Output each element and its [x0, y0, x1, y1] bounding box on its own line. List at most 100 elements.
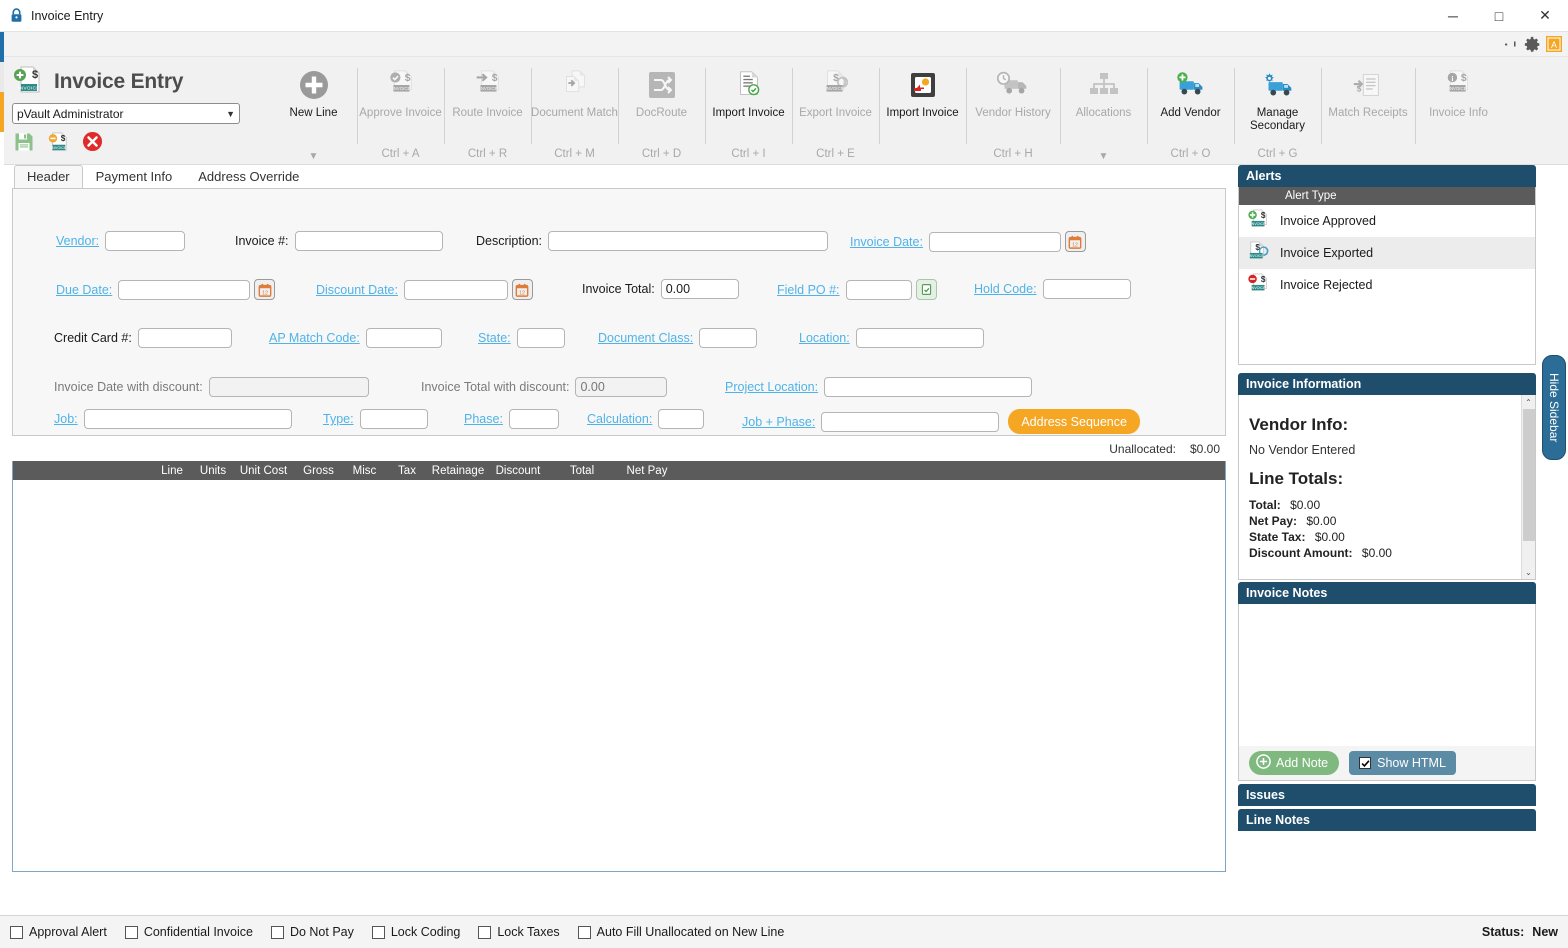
tab-address-override[interactable]: Address Override	[185, 165, 312, 189]
calculation-label[interactable]: Calculation:	[587, 412, 652, 426]
line-items-grid[interactable]: Line Units Unit Cost Gross Misc Tax Reta…	[12, 461, 1226, 872]
ribbon-button-manage-secondary[interactable]: Manage Secondary Ctrl + G	[1234, 57, 1321, 164]
invoice-information-scrollbar[interactable]: ⌃ ⌄	[1521, 395, 1535, 579]
invoice-notes-textarea[interactable]	[1239, 604, 1535, 746]
due-date-label[interactable]: Due Date:	[56, 283, 112, 297]
credit-card-input[interactable]	[137, 328, 232, 348]
job-label[interactable]: Job:	[54, 412, 78, 426]
grid-col-misc[interactable]: Misc	[342, 465, 387, 477]
document-class-input[interactable]	[699, 328, 758, 348]
grid-col-discount[interactable]: Discount	[489, 465, 547, 477]
po-lookup-icon[interactable]	[915, 279, 937, 300]
ribbon-button-docroute[interactable]: DocRoute Ctrl + D	[618, 57, 705, 164]
invoice-date-input[interactable]	[928, 231, 1061, 252]
hold-code-label[interactable]: Hold Code:	[974, 282, 1037, 296]
calendar-icon[interactable]: 12	[511, 279, 533, 300]
hide-sidebar-button[interactable]: Hide Sidebar	[1542, 355, 1566, 460]
phase-input[interactable]	[508, 409, 559, 429]
ribbon-button-approve-invoice[interactable]: $ INVOICE Approve Invoice Ctrl + A	[357, 57, 444, 164]
field-po-label[interactable]: Field PO #:	[777, 283, 840, 297]
field-po-input[interactable]	[845, 279, 912, 300]
grid-col-units[interactable]: Units	[194, 465, 232, 477]
grid-col-tax[interactable]: Tax	[387, 465, 427, 477]
address-sequence-button[interactable]: Address Sequence	[1008, 409, 1140, 434]
invoice-total-input[interactable]	[660, 279, 739, 299]
cancel-icon[interactable]	[82, 131, 103, 155]
gear-icon[interactable]	[1524, 36, 1541, 53]
checkbox-icon[interactable]	[270, 925, 284, 939]
show-html-toggle[interactable]: Show HTML	[1349, 751, 1456, 775]
ribbon-button-vendor-history[interactable]: Vendor History Ctrl + H	[966, 57, 1060, 164]
checkbox-icon[interactable]	[371, 925, 385, 939]
checkbox-lock-taxes[interactable]: Lock Taxes	[478, 925, 560, 939]
ribbon-button-allocations[interactable]: Allocations ▼	[1060, 57, 1147, 164]
line-notes-panel-header[interactable]: Line Notes	[1238, 809, 1536, 831]
grid-col-total[interactable]: Total	[547, 465, 617, 477]
alerts-panel-header[interactable]: Alerts	[1238, 165, 1536, 187]
chevron-down-icon[interactable]: ▼	[1060, 151, 1147, 162]
ribbon-button-import-invoice[interactable]: Import Invoice	[879, 57, 966, 164]
document-class-label[interactable]: Document Class:	[598, 331, 693, 345]
alerts-column-header[interactable]: Alert Type	[1239, 187, 1535, 205]
calculation-input[interactable]	[658, 409, 705, 429]
tab-payment-info[interactable]: Payment Info	[83, 165, 186, 189]
add-note-button[interactable]: Add Note	[1249, 751, 1340, 775]
checkbox-auto-fill-unallocated[interactable]: Auto Fill Unallocated on New Line	[577, 925, 784, 939]
ribbon-button-match-receipts[interactable]: $ Match Receipts	[1321, 57, 1415, 164]
ribbon-button-new-line[interactable]: New Line ▼	[270, 57, 357, 164]
grid-col-line[interactable]: Line	[150, 465, 194, 477]
ribbon-button-route-invoice[interactable]: $ INVOICE Route Invoice Ctrl + R	[444, 57, 531, 164]
discount-date-label[interactable]: Discount Date:	[316, 283, 398, 297]
scroll-down-icon[interactable]: ⌄	[1522, 565, 1535, 579]
due-date-input[interactable]	[118, 279, 251, 300]
ribbon-button-add-vendor[interactable]: Add Vendor Ctrl + O	[1147, 57, 1234, 164]
pin-icon[interactable]	[1504, 37, 1519, 52]
scroll-up-icon[interactable]: ⌃	[1522, 395, 1535, 409]
ribbon-button-export-invoice[interactable]: $ INVOICE Export Invoice Ctrl + E	[792, 57, 879, 164]
chevron-down-icon[interactable]: ▼	[270, 151, 357, 162]
tab-header[interactable]: Header	[14, 165, 83, 189]
grid-col-unit-cost[interactable]: Unit Cost	[232, 465, 295, 477]
invoice-information-panel-header[interactable]: Invoice Information	[1238, 373, 1536, 395]
location-label[interactable]: Location:	[799, 331, 850, 345]
location-input[interactable]	[855, 328, 984, 348]
description-input[interactable]	[548, 231, 828, 251]
invoice-hold-icon[interactable]: $ INVOICE	[47, 131, 69, 155]
checkbox-icon[interactable]	[478, 925, 492, 939]
checkbox-icon[interactable]	[577, 925, 591, 939]
state-label[interactable]: State:	[478, 331, 511, 345]
grid-col-net-pay[interactable]: Net Pay	[617, 465, 677, 477]
checkbox-do-not-pay[interactable]: Do Not Pay	[270, 925, 354, 939]
job-phase-label[interactable]: Job + Phase:	[742, 415, 815, 429]
save-icon[interactable]	[14, 132, 34, 155]
ap-match-code-label[interactable]: AP Match Code:	[269, 331, 360, 345]
checkbox-lock-coding[interactable]: Lock Coding	[371, 925, 460, 939]
calendar-icon[interactable]: 12	[254, 279, 276, 300]
project-location-input[interactable]	[824, 377, 1033, 397]
app-badge-icon[interactable]: A	[1546, 36, 1562, 52]
grid-col-retainage[interactable]: Retainage	[427, 465, 489, 477]
invoice-notes-panel-header[interactable]: Invoice Notes	[1238, 582, 1536, 604]
ribbon-button-import-invoice-document[interactable]: Import Invoice Ctrl + I	[705, 57, 792, 164]
checkbox-icon[interactable]	[10, 925, 23, 939]
project-location-label[interactable]: Project Location:	[725, 380, 818, 394]
discount-date-input[interactable]	[403, 279, 508, 300]
checkbox-approval-alert[interactable]: Approval Alert	[10, 925, 107, 939]
type-input[interactable]	[359, 409, 428, 429]
type-label[interactable]: Type:	[323, 412, 354, 426]
checkbox-icon[interactable]	[124, 925, 138, 939]
close-button[interactable]: ✕	[1522, 0, 1568, 32]
job-input[interactable]	[83, 409, 292, 429]
ribbon-button-document-match[interactable]: Document Match Ctrl + M	[531, 57, 618, 164]
scrollbar-thumb[interactable]	[1523, 409, 1535, 541]
hold-code-input[interactable]	[1042, 279, 1131, 299]
ap-match-code-input[interactable]	[365, 328, 442, 348]
grid-col-gross[interactable]: Gross	[295, 465, 342, 477]
alert-row[interactable]: $ INVOICE Invoice Approved	[1239, 205, 1535, 237]
minimize-button[interactable]: ─	[1430, 0, 1476, 32]
ribbon-button-invoice-info[interactable]: $ i INVOICE Invoice Info	[1415, 57, 1502, 164]
state-input[interactable]	[516, 328, 565, 348]
calendar-icon[interactable]: 12	[1064, 231, 1086, 252]
issues-panel-header[interactable]: Issues	[1238, 784, 1536, 806]
invoice-date-label[interactable]: Invoice Date:	[850, 235, 923, 249]
